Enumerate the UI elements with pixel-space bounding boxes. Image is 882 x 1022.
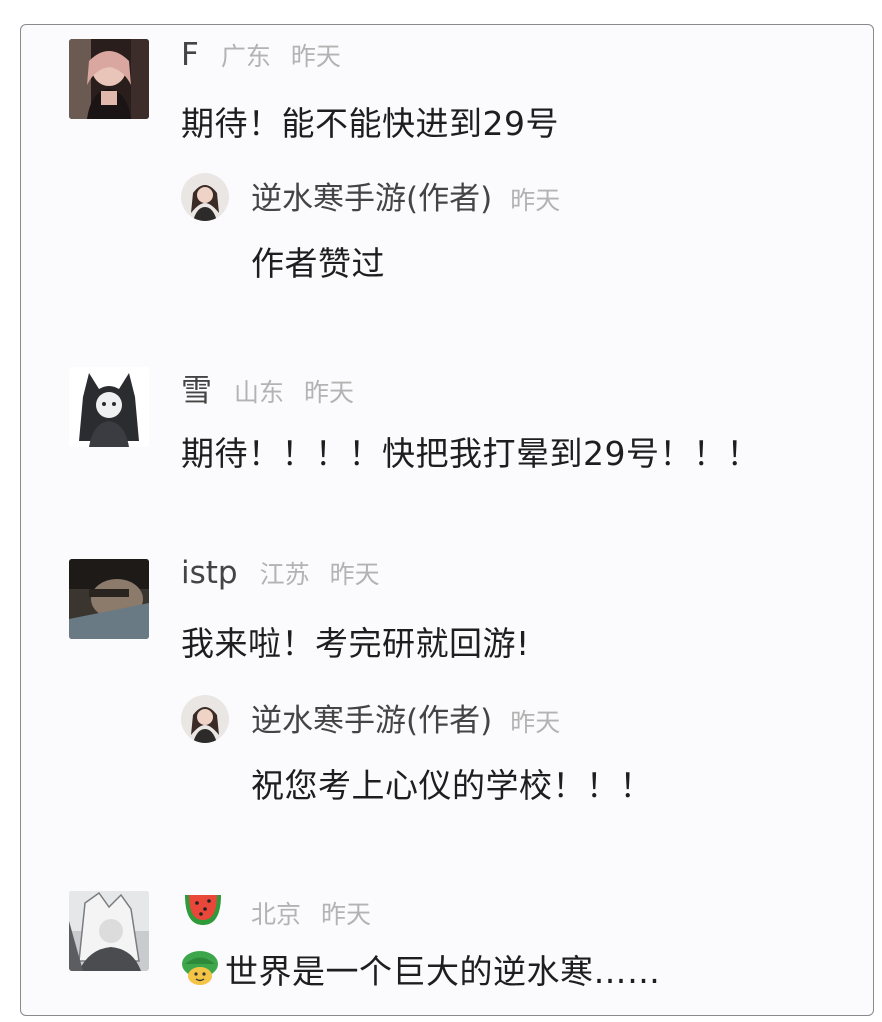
user-avatar[interactable]	[69, 39, 149, 119]
author-name[interactable]: 逆水寒手游(作者)	[251, 695, 492, 740]
comment-text-line: 世界是一个巨大的逆水寒……	[179, 945, 661, 998]
reply-text: 祝您考上心仪的学校！！！	[251, 766, 653, 805]
author-name[interactable]: 逆水寒手游(作者)	[251, 173, 492, 218]
comment-meta: 雪 山东 昨天	[181, 365, 354, 410]
username[interactable]: F	[181, 37, 199, 73]
timestamp: 昨天	[304, 378, 355, 407]
timestamp: 昨天	[510, 186, 561, 215]
user-avatar[interactable]	[69, 891, 149, 971]
reply-meta: 逆水寒手游(作者) 昨天	[251, 173, 560, 218]
user-avatar[interactable]	[69, 367, 149, 447]
comment-meta: istp 江苏 昨天	[181, 555, 380, 591]
location-label: 北京	[251, 900, 302, 929]
username[interactable]: istp	[181, 555, 238, 591]
turtle-icon	[179, 947, 221, 995]
comment-text: 期待！能不能快进到29号	[181, 104, 559, 143]
timestamp: 昨天	[329, 560, 380, 589]
comment-meta: 北京 昨天	[181, 883, 371, 931]
reply-text: 作者赞过	[251, 244, 385, 283]
author-avatar[interactable]	[181, 173, 229, 221]
username[interactable]: 雪	[181, 365, 212, 410]
location-label: 广东	[220, 42, 271, 71]
watermelon-icon[interactable]	[181, 889, 225, 933]
timestamp: 昨天	[290, 42, 341, 71]
timestamp: 昨天	[321, 900, 372, 929]
user-avatar[interactable]	[69, 559, 149, 639]
timestamp: 昨天	[510, 708, 561, 737]
comment-text: 我来啦！考完研就回游!	[181, 624, 530, 663]
location-label: 江苏	[259, 560, 310, 589]
comment-meta: F 广东 昨天	[181, 37, 341, 73]
location-label: 山东	[234, 378, 285, 407]
comment-list: F 广东 昨天 期待！能不能快进到29号 逆水寒手游(作者) 昨天 作者赞过 雪…	[20, 24, 874, 1016]
comment-text: 期待！！！！快把我打晕到29号！！！	[181, 434, 760, 473]
reply-meta: 逆水寒手游(作者) 昨天	[251, 695, 560, 740]
author-avatar[interactable]	[181, 695, 229, 743]
comment-text: 世界是一个巨大的逆水寒……	[225, 952, 661, 991]
